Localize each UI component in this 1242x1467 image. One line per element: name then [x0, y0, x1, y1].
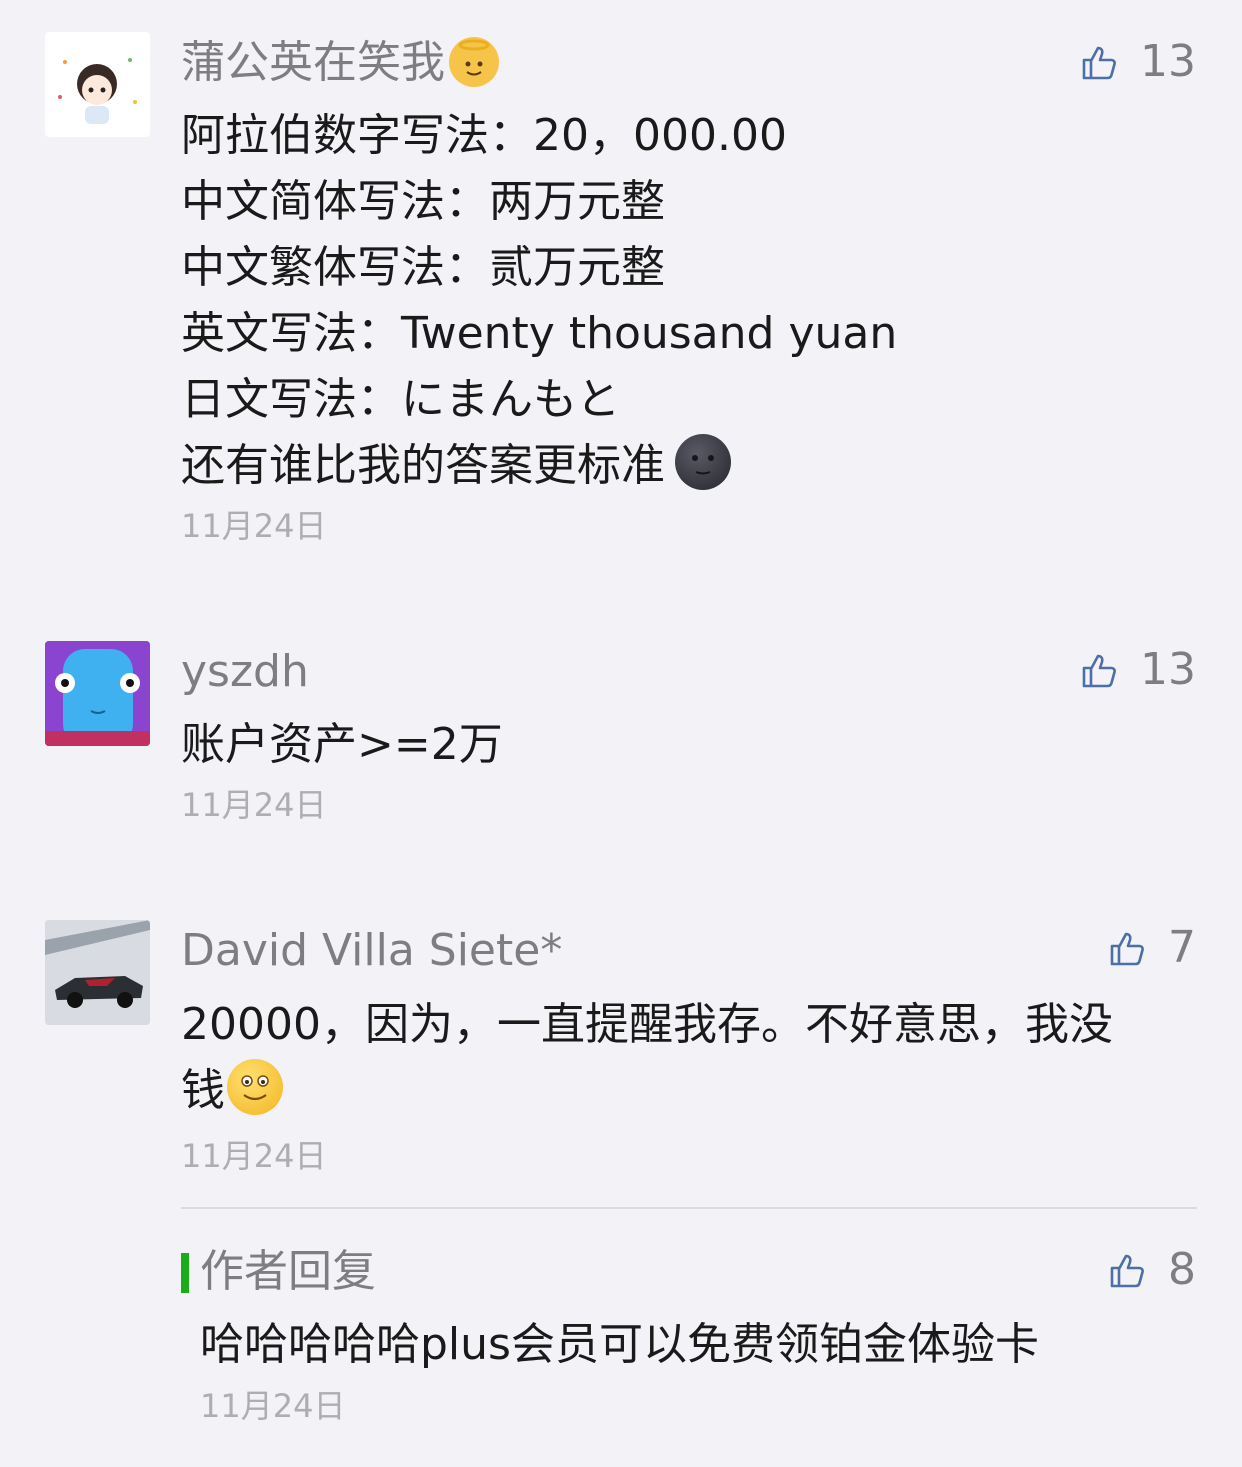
- author-name[interactable]: yszdh: [181, 642, 309, 702]
- like-count: 7: [1168, 922, 1196, 973]
- comment-date: 11月24日: [181, 786, 327, 824]
- smile-emoji: [227, 1059, 283, 1115]
- like-button[interactable]: 8: [1106, 1240, 1196, 1300]
- comment-text: 账户资产>=2万: [181, 719, 503, 770]
- reply-date: 11月24日: [200, 1387, 346, 1425]
- thumbs-up-icon: [1082, 654, 1116, 688]
- divider: [181, 1207, 1197, 1209]
- like-button[interactable]: 13: [1078, 640, 1196, 700]
- like-button[interactable]: 13: [1078, 32, 1196, 92]
- like-count: 8: [1168, 1244, 1196, 1295]
- author-name[interactable]: 蒲公英在笑我: [181, 33, 499, 93]
- thumbs-up-icon: [1082, 46, 1116, 80]
- avatar[interactable]: [45, 32, 150, 137]
- comment-date: 11月24日: [181, 507, 327, 545]
- reply-text: 哈哈哈哈哈plus会员可以免费领铂金体验卡: [200, 1319, 1039, 1370]
- avatar[interactable]: [45, 920, 150, 1025]
- comment-date: 11月24日: [181, 1137, 327, 1175]
- like-button[interactable]: 7: [1106, 918, 1196, 978]
- reply-label: 作者回复: [200, 1246, 376, 1297]
- angel-baby-emoji: [449, 37, 499, 87]
- like-count: 13: [1140, 644, 1196, 695]
- avatar[interactable]: [45, 641, 150, 746]
- like-count: 13: [1140, 36, 1196, 87]
- thumbs-up-icon: [1110, 1254, 1144, 1288]
- comment-text: 20000，因为，一直提醒我存。不好意思，我没 钱: [181, 999, 1113, 1116]
- comment-item: 蒲公英在笑我 13 阿拉伯数字写法：20，000.00 中文简体写法：两万元整 …: [0, 0, 1242, 580]
- comment-text: 阿拉伯数字写法：20，000.00 中文简体写法：两万元整 中文繁体写法：贰万元…: [181, 110, 898, 491]
- reply-accent-bar: [181, 1253, 189, 1293]
- author-name[interactable]: David Villa Siete*: [181, 921, 562, 981]
- thumbs-up-icon: [1110, 932, 1144, 966]
- new-moon-face-emoji: [675, 434, 731, 490]
